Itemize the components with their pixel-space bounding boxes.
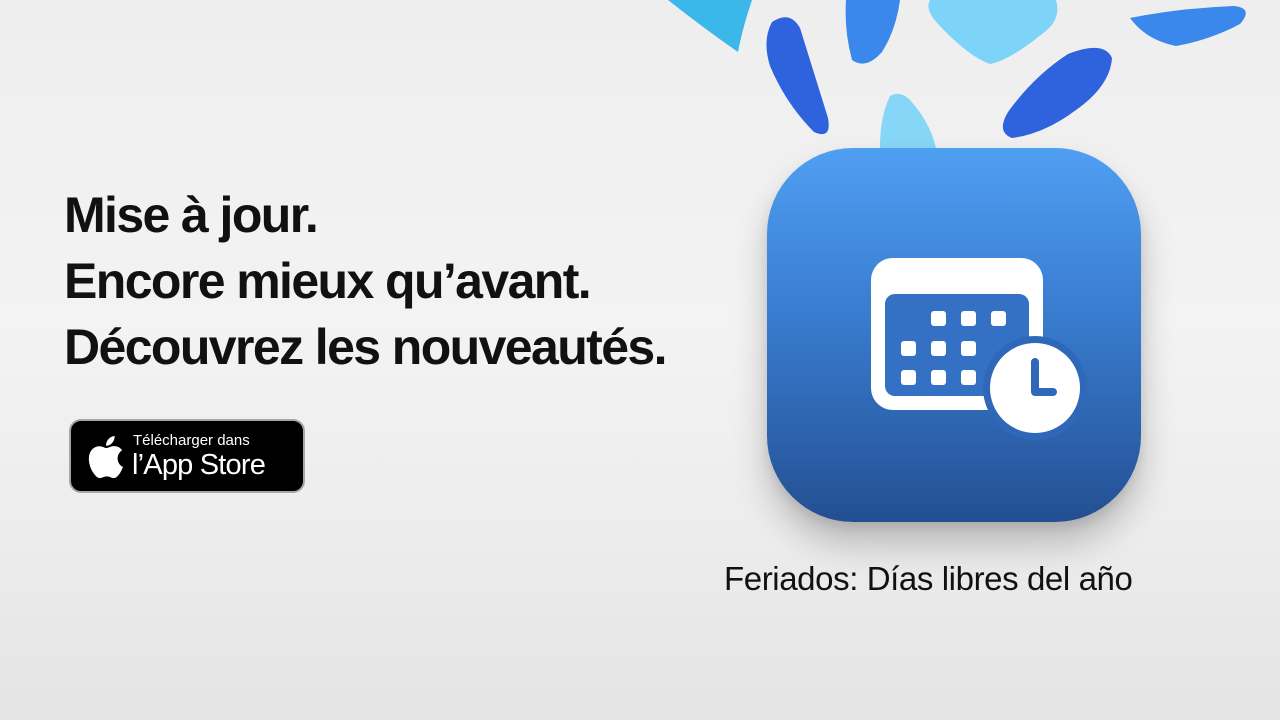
headline-line-1: Mise à jour. bbox=[64, 187, 319, 243]
confetti-shard bbox=[928, 0, 1058, 64]
confetti-shard bbox=[766, 17, 829, 135]
confetti-shard bbox=[668, 0, 752, 52]
confetti-shard bbox=[845, 0, 900, 64]
confetti-shard bbox=[1130, 6, 1246, 46]
confetti-shard bbox=[1002, 47, 1112, 138]
badge-store-label: l’App Store bbox=[132, 449, 266, 481]
headline-line-3: Découvrez les nouveautés. bbox=[64, 319, 668, 375]
badge-small-label: Télécharger dans bbox=[133, 432, 250, 449]
app-icon[interactable] bbox=[767, 148, 1141, 522]
app-name: Feriados: Días libres del año bbox=[724, 560, 1133, 597]
apple-logo-icon bbox=[88, 436, 123, 479]
headline: Mise à jour. Encore mieux qu’avant. Déco… bbox=[64, 182, 668, 380]
app-store-badge-button[interactable]: Télécharger dans l’App Store bbox=[69, 419, 305, 493]
headline-line-2: Encore mieux qu’avant. bbox=[64, 253, 592, 309]
promo-banner: Mise à jour. Encore mieux qu’avant. Déco… bbox=[0, 0, 1280, 720]
calendar-clock-icon bbox=[871, 258, 1087, 440]
confetti-shard bbox=[880, 93, 936, 148]
